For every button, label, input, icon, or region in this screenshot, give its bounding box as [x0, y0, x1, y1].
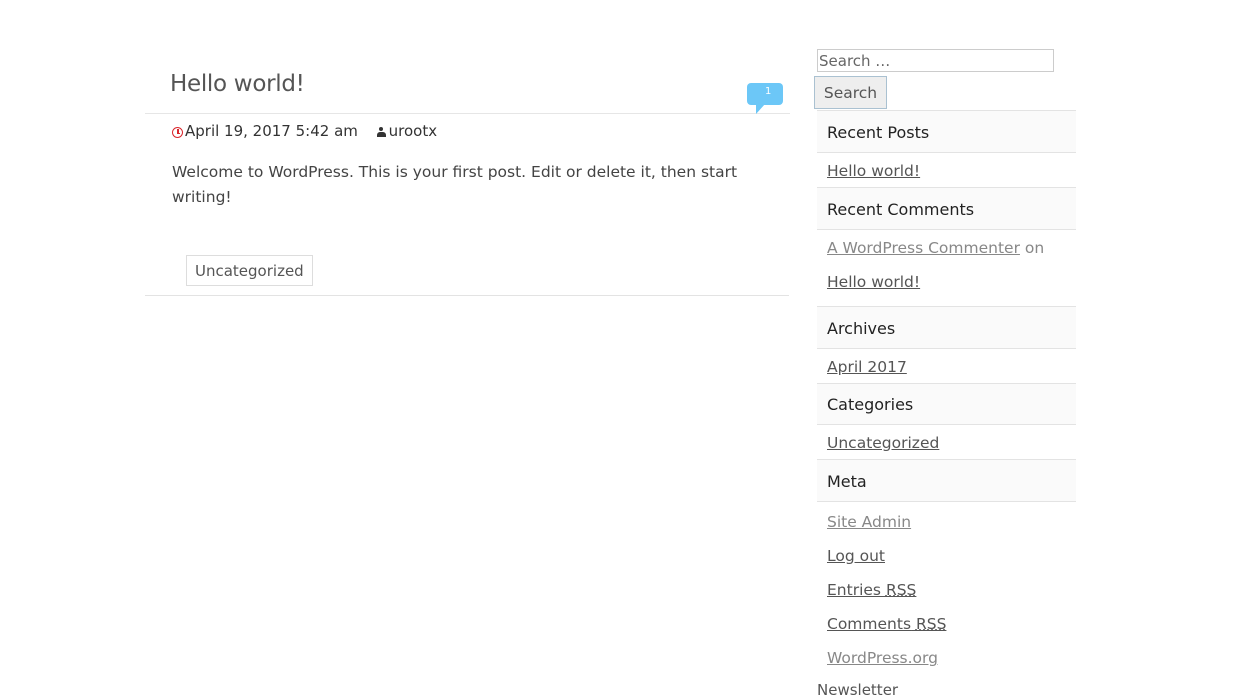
- archive-item: April 2017: [817, 349, 1076, 383]
- widget-recent-posts: Recent Posts Hello world!: [817, 110, 1076, 187]
- category-item: Uncategorized: [817, 425, 1076, 459]
- sidebar: Search Recent Posts Hello world! Recent …: [814, 49, 1076, 675]
- widget-recent-comments: Recent Comments A WordPress Commenter on…: [817, 187, 1076, 306]
- comment-on-text: on: [1024, 239, 1045, 257]
- rss-abbr: RSS: [885, 581, 917, 599]
- wordpress-org-link[interactable]: WordPress.org: [827, 649, 938, 667]
- meta-item: Site Admin: [817, 505, 1076, 539]
- meta-item: Entries RSS: [817, 573, 1076, 607]
- recent-post-link[interactable]: Hello world!: [827, 162, 920, 180]
- search-input[interactable]: [817, 49, 1054, 72]
- widget-archives: Archives April 2017: [817, 306, 1076, 383]
- meta-item: WordPress.org: [817, 641, 1076, 675]
- site-admin-link[interactable]: Site Admin: [827, 513, 911, 531]
- meta-item: Comments RSS: [817, 607, 1076, 641]
- comments-label: Comments: [827, 615, 912, 633]
- rss-abbr: RSS: [915, 615, 947, 633]
- post-meta: April 19, 2017 5:42 am urootx: [145, 114, 790, 152]
- post-author[interactable]: urootx: [389, 122, 437, 140]
- recent-comment-item: A WordPress Commenter on Hello world!: [817, 230, 1076, 306]
- entries-rss-link[interactable]: Entries RSS: [827, 581, 916, 599]
- comment-count: 1: [765, 86, 772, 97]
- widget-title-meta: Meta: [817, 459, 1076, 502]
- comments-rss-link[interactable]: Comments RSS: [827, 615, 946, 633]
- category-tag[interactable]: Uncategorized: [186, 255, 313, 286]
- widget-title-newsletter: Newsletter: [817, 681, 899, 699]
- recent-post-item: Hello world!: [817, 153, 1076, 187]
- widget-title-recent-posts: Recent Posts: [817, 110, 1076, 153]
- category-link[interactable]: Uncategorized: [827, 434, 939, 452]
- widget-title-categories: Categories: [817, 383, 1076, 425]
- post-article: Hello world! 1 April 19, 2017 5:42 am ur…: [145, 60, 790, 296]
- widget-categories: Categories Uncategorized: [817, 383, 1076, 459]
- post-date[interactable]: April 19, 2017 5:42 am: [185, 122, 358, 140]
- widget-title-archives: Archives: [817, 306, 1076, 349]
- log-out-link[interactable]: Log out: [827, 547, 885, 565]
- comment-post-link[interactable]: Hello world!: [827, 273, 920, 291]
- meta-item: Log out: [817, 539, 1076, 573]
- comment-author-link[interactable]: A WordPress Commenter: [827, 239, 1020, 257]
- widget-title-recent-comments: Recent Comments: [817, 187, 1076, 230]
- archive-link[interactable]: April 2017: [827, 358, 907, 376]
- user-icon: [376, 127, 386, 137]
- clock-icon: [172, 127, 183, 138]
- post-content: Welcome to WordPress. This is your first…: [172, 163, 738, 206]
- comment-count-bubble[interactable]: 1: [747, 83, 783, 114]
- widget-meta: Meta Site Admin Log out Entries RSS Comm…: [817, 459, 1076, 675]
- search-button[interactable]: Search: [814, 76, 887, 109]
- entries-label: Entries: [827, 581, 881, 599]
- post-title[interactable]: Hello world!: [145, 60, 790, 113]
- post-divider: [145, 295, 789, 296]
